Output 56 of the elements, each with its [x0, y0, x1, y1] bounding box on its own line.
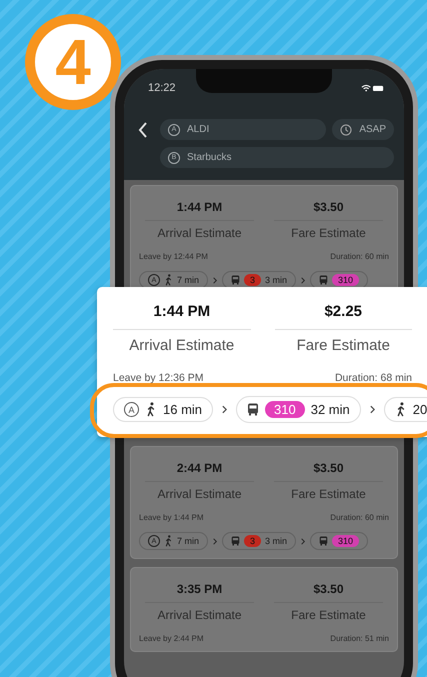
bus-icon	[319, 535, 328, 547]
bus-icon	[231, 535, 240, 547]
fare-amount: $3.50	[274, 461, 383, 482]
fare-amount: $2.25	[274, 303, 412, 330]
trip-duration: Duration: 68 min	[334, 372, 412, 384]
arrival-time: 3:35 PM	[145, 582, 254, 603]
bus-icon	[319, 274, 328, 286]
step-badge: 4	[25, 14, 121, 110]
trip-leg[interactable]: 3 3 min	[222, 532, 296, 550]
bus-icon	[231, 274, 240, 286]
walking-person-icon	[164, 274, 173, 286]
walking-person-icon	[164, 535, 173, 547]
trip-leg[interactable]: 310 32 min	[236, 396, 361, 423]
chevron-icon	[370, 405, 375, 414]
bus-icon	[247, 402, 260, 417]
fare-label: Fare Estimate	[291, 608, 366, 622]
walking-person-icon	[145, 402, 157, 417]
trip-leg[interactable]: A 16 min	[113, 397, 214, 422]
arrival-label: Arrival Estimate	[157, 487, 242, 501]
clock-icon	[340, 124, 352, 136]
trip-duration: Duration: 60 min	[330, 513, 389, 522]
route-number: 310	[332, 535, 360, 547]
route-number: 3	[244, 535, 262, 547]
chevron-icon	[301, 276, 306, 284]
arrival-label: Arrival Estimate	[157, 608, 242, 622]
arrival-time: 1:44 PM	[145, 200, 254, 221]
route-number: 310	[265, 401, 305, 418]
arrival-label: Arrival Estimate	[157, 226, 242, 240]
trip-duration: Duration: 60 min	[330, 252, 389, 261]
walking-person-icon	[394, 402, 407, 417]
leave-time: Leave by 2:44 PM	[139, 634, 204, 643]
fare-label: Fare Estimate	[291, 226, 366, 240]
trip-duration: Duration: 51 min	[330, 634, 389, 643]
back-icon[interactable]	[138, 122, 148, 138]
arrival-time: 1:44 PM	[113, 303, 250, 330]
fare-label: Fare Estimate	[296, 337, 390, 354]
trip-leg[interactable]: 20	[384, 397, 427, 422]
chevron-icon	[222, 405, 228, 414]
trip-leg[interactable]: 310	[310, 532, 368, 550]
status-time: 12:22	[148, 82, 176, 94]
fare-label: Fare Estimate	[291, 487, 366, 501]
arrival-time: 2:44 PM	[145, 461, 254, 482]
chevron-icon	[213, 538, 218, 544]
fare-amount: $3.50	[274, 200, 383, 221]
route-number: 3	[244, 274, 262, 286]
arrival-label: Arrival Estimate	[129, 337, 234, 354]
leave-time: Leave by 12:36 PM	[113, 372, 204, 384]
leave-time: Leave by 1:44 PM	[139, 513, 204, 522]
time-field[interactable]: ASAP	[332, 119, 394, 140]
trip-card-popup[interactable]: 1:44 PM Arrival Estimate $2.25 Fare Estimate Leave by 12:36 PM Duration: 68 min A 16 min 310 32 min 20	[97, 287, 427, 437]
fare-amount: $3.50	[274, 582, 383, 603]
chevron-icon	[301, 538, 306, 544]
leave-time: Leave by 12:44 PM	[139, 252, 208, 261]
trip-card[interactable]: 3:35 PM Arrival Estimate $3.50 Fare Estimate Leave by 2:44 PM Duration: 51 min	[130, 567, 398, 652]
route-number: 310	[332, 274, 360, 286]
chevron-icon	[213, 276, 218, 284]
